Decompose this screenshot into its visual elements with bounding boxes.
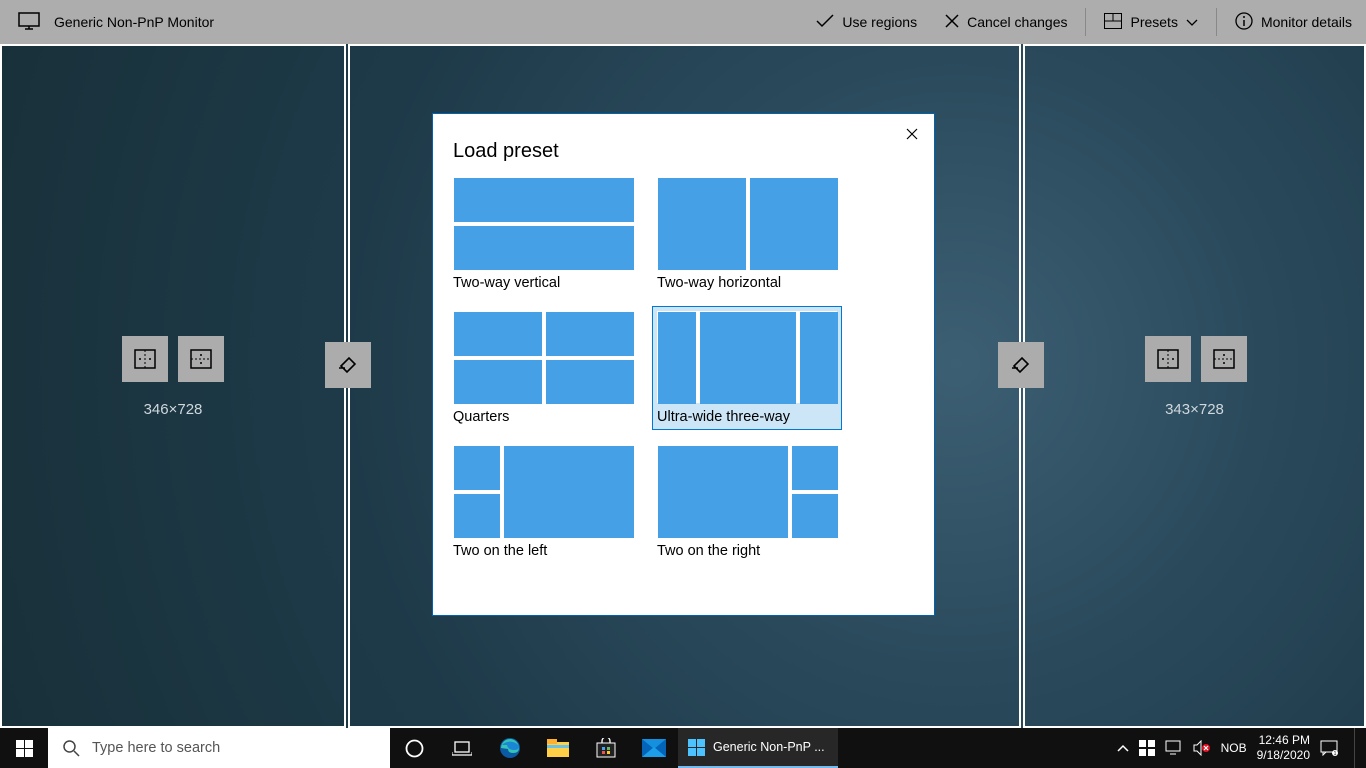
show-desktop[interactable]	[1354, 728, 1360, 768]
start-button[interactable]	[0, 728, 48, 768]
tray-network[interactable]	[1165, 740, 1183, 756]
cancel-changes-label: Cancel changes	[967, 14, 1067, 30]
preset-two-on-the-left[interactable]: Two on the left	[453, 445, 633, 559]
preset-label: Ultra-wide three-way	[657, 409, 837, 425]
tray-input-indicator[interactable]	[1139, 740, 1155, 756]
dialog-title: Load preset	[433, 114, 934, 175]
taskbar-active-app[interactable]: Generic Non-PnP ...	[678, 728, 838, 768]
taskbar-active-label: Generic Non-PnP ...	[713, 740, 825, 754]
monitor-title: Generic Non-PnP Monitor	[54, 14, 214, 30]
tray-action-center[interactable]: 1	[1320, 740, 1338, 756]
region-left[interactable]: 346×728	[0, 44, 346, 728]
check-icon	[816, 14, 834, 31]
tray-time: 12:46 PM	[1257, 733, 1310, 748]
split-horizontal-button[interactable]	[122, 336, 168, 382]
preset-ultra-wide-three-way[interactable]: Ultra-wide three-way	[652, 306, 842, 430]
system-tray: NOB 12:46 PM 9/18/2020 1	[1111, 728, 1366, 768]
split-vertical-button[interactable]	[178, 336, 224, 382]
preset-label: Two-way horizontal	[657, 275, 837, 291]
toolbar-separator	[1216, 8, 1217, 36]
toolbar-separator	[1085, 8, 1086, 36]
preset-label: Two-way vertical	[453, 275, 633, 291]
use-regions-button[interactable]: Use regions	[802, 0, 931, 44]
taskbar-edge[interactable]	[486, 728, 534, 768]
preset-two-way-horizontal[interactable]: Two-way horizontal	[657, 177, 837, 291]
cancel-changes-button[interactable]: Cancel changes	[931, 0, 1081, 44]
divider-erase-right[interactable]	[998, 342, 1044, 388]
taskbar-store[interactable]	[582, 728, 630, 768]
load-preset-dialog: Load preset Two-way vertical Two-way hor…	[432, 113, 935, 616]
tray-volume[interactable]	[1193, 740, 1211, 756]
region-right-dimensions: 343×728	[1025, 401, 1364, 418]
search-icon	[62, 739, 80, 757]
search-placeholder: Type here to search	[92, 740, 220, 756]
dialog-close-button[interactable]	[900, 122, 924, 146]
divider-erase-left[interactable]	[325, 342, 371, 388]
presets-label: Presets	[1130, 14, 1177, 30]
region-right[interactable]: 343×728	[1023, 44, 1366, 728]
preset-label: Quarters	[453, 409, 633, 425]
toolbar: Generic Non-PnP Monitor Use regions Canc…	[0, 0, 1366, 44]
monitor-details-button[interactable]: Monitor details	[1221, 0, 1366, 44]
region-left-dimensions: 346×728	[2, 401, 344, 418]
preset-two-way-vertical[interactable]: Two-way vertical	[453, 177, 633, 291]
preset-quarters[interactable]: Quarters	[453, 311, 633, 425]
windows-icon	[688, 739, 705, 756]
split-vertical-button[interactable]	[1201, 336, 1247, 382]
grid-icon	[1104, 13, 1122, 32]
use-regions-label: Use regions	[842, 14, 917, 30]
tray-clock[interactable]: 12:46 PM 9/18/2020	[1257, 733, 1310, 763]
monitor-icon	[18, 12, 40, 33]
tray-language[interactable]: NOB	[1221, 741, 1247, 755]
tray-date: 9/18/2020	[1257, 748, 1310, 763]
preset-label: Two on the right	[657, 543, 837, 559]
svg-text:1: 1	[1334, 751, 1337, 756]
chevron-down-icon	[1186, 14, 1198, 30]
monitor-details-label: Monitor details	[1261, 14, 1352, 30]
preset-two-on-the-right[interactable]: Two on the right	[657, 445, 837, 559]
taskbar-mail[interactable]	[630, 728, 678, 768]
preset-label: Two on the left	[453, 543, 633, 559]
task-view-button[interactable]	[438, 728, 486, 768]
taskbar: Type here to search Generic Non-PnP ...	[0, 728, 1366, 768]
windows-icon	[16, 740, 33, 757]
cortana-button[interactable]	[390, 728, 438, 768]
split-horizontal-button[interactable]	[1145, 336, 1191, 382]
tray-overflow[interactable]	[1117, 744, 1129, 752]
info-icon	[1235, 12, 1253, 33]
taskbar-search[interactable]: Type here to search	[48, 728, 390, 768]
presets-dropdown[interactable]: Presets	[1090, 0, 1211, 44]
close-icon	[945, 14, 959, 31]
taskbar-file-explorer[interactable]	[534, 728, 582, 768]
